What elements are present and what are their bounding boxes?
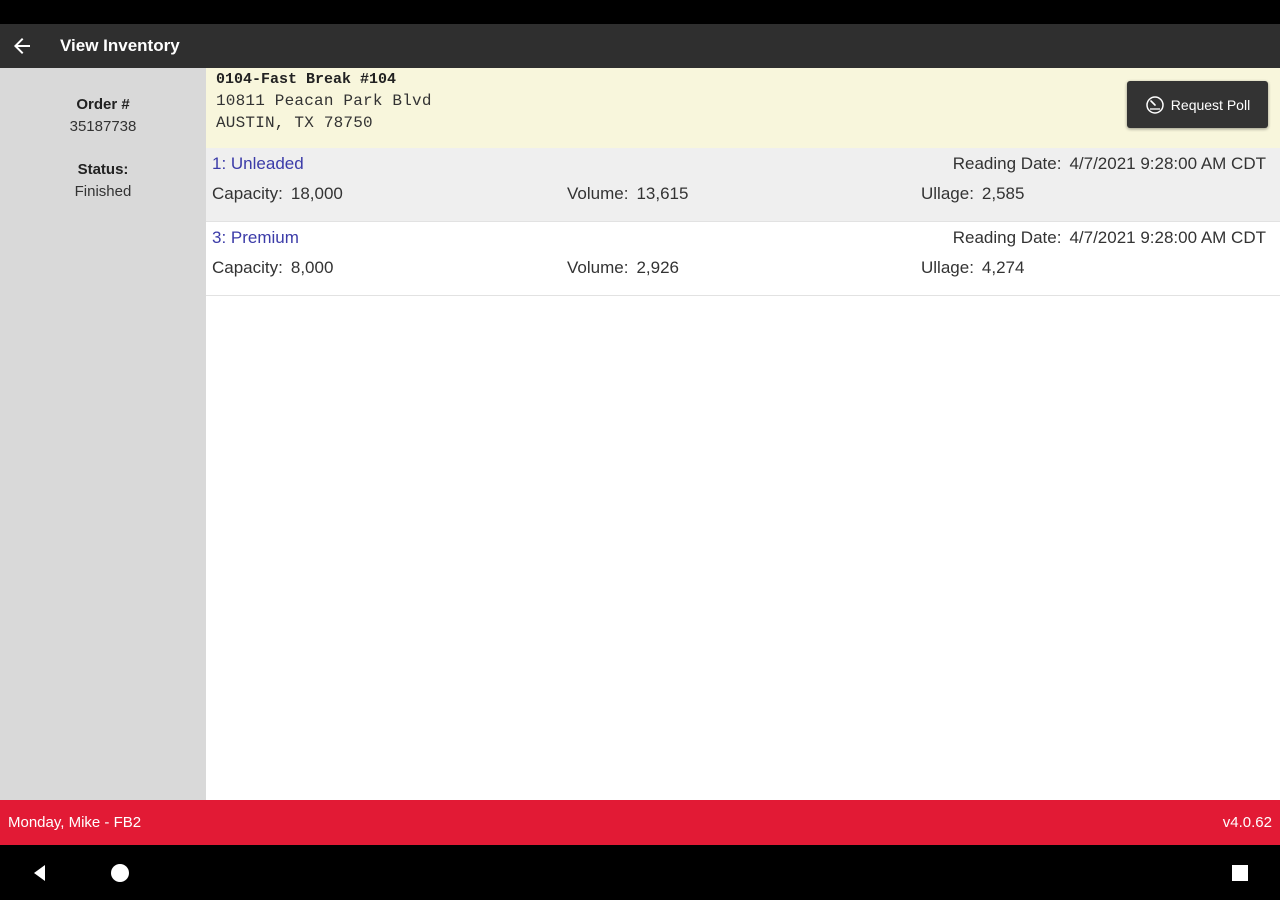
request-poll-button[interactable]: Request Poll [1127, 81, 1268, 128]
nav-back-icon [34, 864, 45, 881]
order-sidebar: Order # 35187738 Status: Finished [0, 68, 206, 800]
tank-row[interactable]: 1: Unleaded Reading Date: 4/7/2021 9:28:0… [206, 148, 1280, 222]
volume: Volume: 2,926 [567, 258, 679, 278]
status-block: Status: Finished [0, 161, 206, 200]
volume-label: Volume: [567, 184, 629, 203]
footer-version: v4.0.62 [1222, 814, 1272, 831]
status-value: Finished [74, 183, 132, 200]
capacity-label: Capacity: [212, 184, 283, 203]
ullage-value: 4,274 [981, 258, 1025, 277]
nav-back-button[interactable] [10, 845, 70, 900]
page-title: View Inventory [60, 36, 180, 55]
site-name: 0104-Fast Break #104 [216, 71, 397, 88]
order-number-value: 35187738 [69, 118, 137, 135]
arrow-left-icon [14, 38, 30, 54]
capacity-value: 8,000 [290, 258, 334, 277]
app-bar: View Inventory [0, 24, 1280, 68]
site-address: 10811 Peacan Park Blvd [216, 92, 432, 110]
volume-value: 13,615 [636, 184, 689, 203]
reading-date: Reading Date: 4/7/2021 9:28:00 AM CDT [953, 154, 1266, 174]
inventory-panel: 0104-Fast Break #104 10811 Peacan Park B… [206, 68, 1280, 800]
gauge-icon [1146, 95, 1164, 114]
ullage-label: Ullage: [921, 258, 974, 277]
ullage: Ullage: 4,274 [921, 258, 1024, 278]
volume-label: Volume: [567, 258, 629, 277]
reading-date-value: 4/7/2021 9:28:00 AM CDT [1069, 154, 1266, 173]
order-number-label: Order # [76, 96, 130, 113]
status-label: Status: [77, 161, 129, 178]
reading-date-label: Reading Date: [952, 154, 1062, 173]
reading-date-label: Reading Date: [952, 228, 1062, 247]
nav-recents-button[interactable] [1210, 845, 1270, 900]
site-header: 0104-Fast Break #104 10811 Peacan Park B… [206, 68, 1280, 148]
ullage: Ullage: 2,585 [921, 184, 1024, 204]
footer-bar: Monday, Mike - FB2 v4.0.62 [0, 800, 1280, 845]
volume: Volume: 13,615 [567, 184, 688, 204]
request-poll-label: Request Poll [1170, 96, 1251, 113]
back-button[interactable] [0, 24, 44, 68]
site-city: AUSTIN, TX 78750 [216, 114, 373, 132]
capacity-value: 18,000 [290, 184, 343, 203]
footer-user: Monday, Mike - FB2 [8, 814, 142, 831]
system-nav-bar [0, 845, 1280, 900]
order-number-block: Order # 35187738 [0, 96, 206, 135]
ullage-label: Ullage: [921, 184, 974, 203]
capacity-label: Capacity: [212, 258, 283, 277]
reading-date: Reading Date: 4/7/2021 9:28:00 AM CDT [953, 228, 1266, 248]
capacity: Capacity: 18,000 [212, 184, 343, 204]
reading-date-value: 4/7/2021 9:28:00 AM CDT [1069, 228, 1266, 247]
nav-home-icon [111, 863, 129, 882]
ullage-value: 2,585 [981, 184, 1025, 203]
volume-value: 2,926 [636, 258, 679, 277]
capacity: Capacity: 8,000 [212, 258, 333, 278]
tank-row[interactable]: 3: Premium Reading Date: 4/7/2021 9:28:00… [206, 222, 1280, 296]
nav-recents-icon [1232, 864, 1248, 881]
status-bar [0, 0, 1280, 24]
nav-home-button[interactable] [90, 845, 150, 900]
